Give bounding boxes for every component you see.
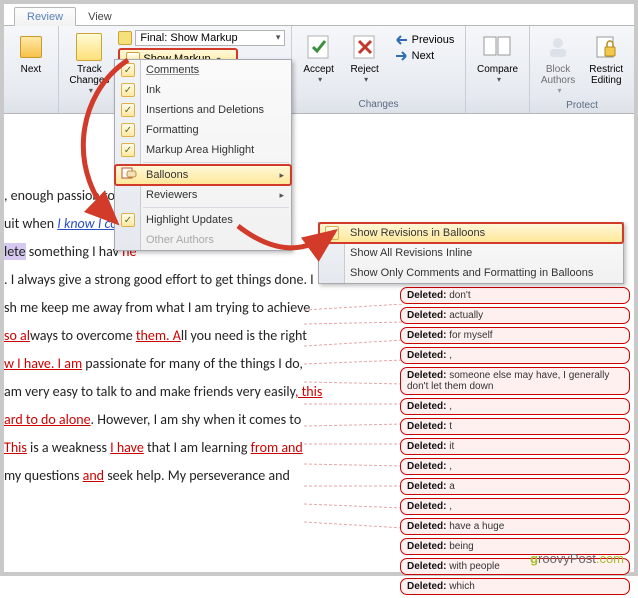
menu-other-authors: Other Authors — [115, 230, 291, 250]
accept-button[interactable]: Accept — [298, 28, 340, 87]
accept-label: Accept — [303, 64, 334, 75]
block-authors-label: Block Authors — [541, 64, 575, 86]
submenu-show-revisions-balloons[interactable]: ✓Show Revisions in Balloons — [319, 223, 623, 243]
revision-balloon[interactable]: Deleted: t — [400, 418, 630, 435]
display-for-review-select[interactable]: Final: Show Markup — [135, 30, 285, 46]
revision-balloon[interactable]: Deleted: , — [400, 347, 630, 364]
revision-balloon[interactable]: Deleted: a — [400, 478, 630, 495]
arrow-left-icon — [395, 34, 409, 46]
compare-label: Compare — [477, 64, 518, 75]
revision-balloon[interactable]: Deleted: which — [400, 578, 630, 595]
compare-button[interactable]: Compare — [472, 28, 523, 87]
revision-balloon[interactable]: Deleted: actually — [400, 307, 630, 324]
ribbon-group-changes-label: Changes — [359, 97, 399, 113]
balloon-tiny-icon — [118, 31, 132, 45]
tab-review[interactable]: Review — [14, 7, 76, 26]
revision-balloon[interactable]: Deleted: , — [400, 398, 630, 415]
revision-balloon[interactable]: Deleted: , — [400, 458, 630, 475]
tab-view[interactable]: View — [76, 8, 124, 25]
revision-balloon[interactable]: Deleted: someone else may have, I genera… — [400, 367, 630, 395]
chevron-right-icon: ▸ — [279, 190, 284, 201]
display-for-review-value: Final: Show Markup — [140, 32, 237, 44]
balloons-icon — [121, 167, 137, 184]
reject-label: Reject — [350, 64, 378, 75]
changes-previous-button[interactable]: Previous — [390, 32, 460, 48]
menu-ink[interactable]: ✓Ink — [115, 80, 291, 100]
restrict-editing-label: Restrict Editing — [589, 64, 623, 86]
comment-next-label: Next — [21, 64, 42, 75]
revision-balloon[interactable]: Deleted: it — [400, 438, 630, 455]
watermark: groovyPost.com — [530, 551, 624, 566]
doc-line: , enough passion to — [4, 187, 115, 204]
show-markup-menu: ✓Comments ✓Ink ✓Insertions and Deletions… — [114, 59, 292, 251]
ribbon-group-protect-label: Protect — [566, 98, 598, 114]
changes-next-label: Next — [412, 50, 435, 62]
revision-balloon[interactable]: Deleted: for myself — [400, 327, 630, 344]
menu-markup-area[interactable]: ✓Markup Area Highlight — [115, 140, 291, 160]
changes-next-button[interactable]: Next — [390, 48, 460, 64]
block-authors-button[interactable]: Block Authors — [536, 28, 580, 98]
menu-formatting[interactable]: ✓Formatting — [115, 120, 291, 140]
changes-previous-label: Previous — [412, 34, 455, 46]
balloons-submenu: ✓Show Revisions in Balloons Show All Rev… — [318, 222, 624, 284]
revision-balloon[interactable]: Deleted: have a huge — [400, 518, 630, 535]
track-changes-button[interactable]: Track Changes — [64, 28, 114, 98]
menu-highlight-updates[interactable]: ✓Highlight Updates — [115, 210, 291, 230]
menu-comments[interactable]: ✓Comments — [115, 60, 291, 80]
menu-reviewers[interactable]: Reviewers▸ — [115, 185, 291, 205]
chevron-right-icon: ▸ — [279, 170, 284, 181]
arrow-right-icon — [395, 50, 409, 62]
submenu-show-inline[interactable]: Show All Revisions Inline — [319, 243, 623, 263]
ribbon: Next Track Changes Final: Show Markup — [4, 26, 634, 114]
restrict-editing-button[interactable]: Restrict Editing — [584, 28, 628, 89]
menu-insertions-deletions[interactable]: ✓Insertions and Deletions — [115, 100, 291, 120]
comment-next-button[interactable]: Next — [10, 28, 52, 78]
menu-balloons[interactable]: Balloons ▸ — [115, 165, 291, 185]
track-changes-label: Track Changes — [69, 64, 109, 86]
reject-button[interactable]: Reject — [344, 28, 386, 87]
revision-balloon[interactable]: Deleted: don't — [400, 287, 630, 304]
submenu-show-comments-fmt[interactable]: Show Only Comments and Formatting in Bal… — [319, 263, 623, 283]
revision-balloon[interactable]: Deleted: , — [400, 498, 630, 515]
